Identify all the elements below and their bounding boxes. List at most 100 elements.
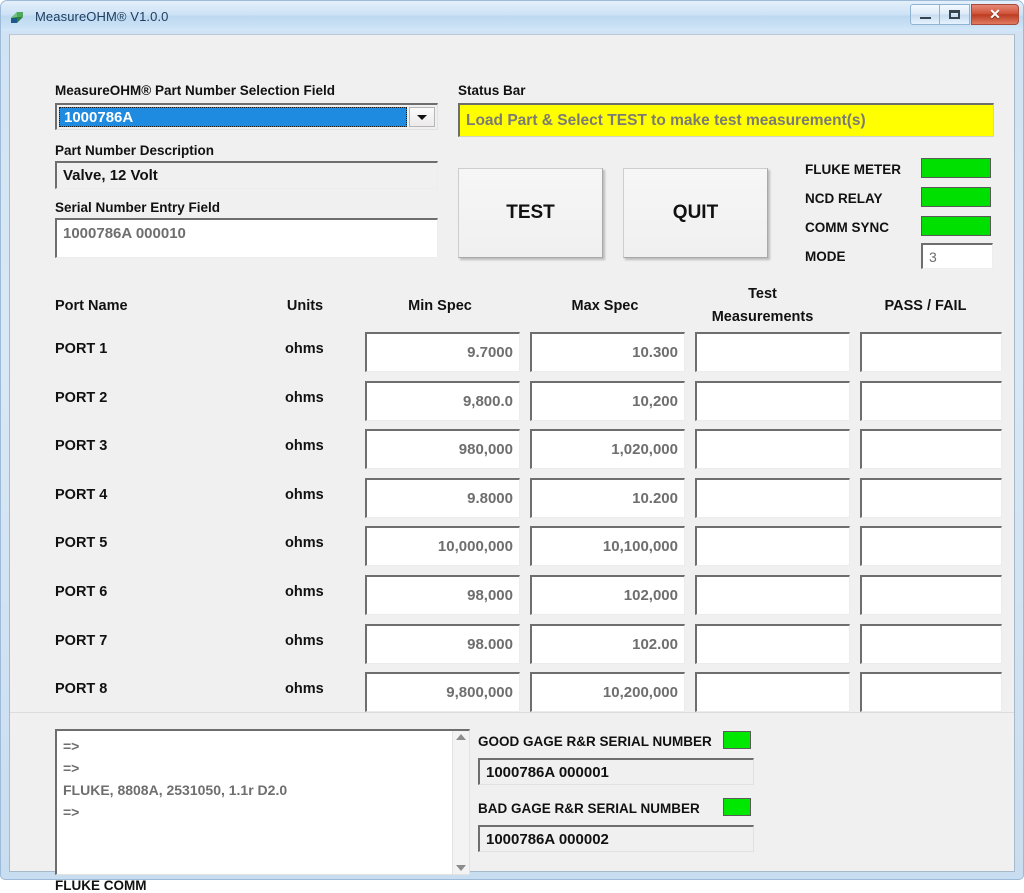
fluke-comm-console[interactable]: => => FLUKE, 8808A, 2531050, 1.1r D2.0 =… [55,729,470,875]
window-title: MeasureOHM® V1.0.0 [35,8,169,24]
pass-fail-cell[interactable] [860,429,1002,469]
min-spec-cell[interactable]: 9,800,000 [365,672,520,712]
bad-gage-serial-field[interactable]: 1000786A 000002 [478,825,754,852]
min-spec-cell[interactable]: 98.000 [365,624,520,664]
title-bar: MeasureOHM® V1.0.0 ✕ [1,1,1023,31]
port-name-label: PORT 2 [55,390,108,406]
application-window: MeasureOHM® V1.0.0 ✕ MeasureOHM® Part Nu… [0,0,1024,893]
pass-fail-cell[interactable] [860,672,1002,712]
units-label: ohms [285,341,324,357]
column-header-port-name: Port Name [55,298,128,314]
port-name-label: PORT 5 [55,535,108,551]
maximize-button[interactable] [940,4,970,25]
port-name-label: PORT 1 [55,341,108,357]
units-label: ohms [285,438,324,454]
part-number-selected-value[interactable]: 1000786A [59,107,407,127]
port-name-label: PORT 4 [55,487,108,503]
part-number-dropdown-button[interactable] [409,107,435,127]
units-label: ohms [285,487,324,503]
serial-number-value: 1000786A 000010 [63,225,186,242]
bad-gage-serial-value: 1000786A 000002 [486,830,609,848]
column-header-test-measurements-line2: Measurements [711,309,814,325]
fluke-comm-label: FLUKE COMM [55,878,147,893]
column-header-units: Units [286,298,324,314]
part-description-label: Part Number Description [55,143,215,158]
min-spec-cell[interactable]: 98,000 [365,575,520,615]
min-spec-cell[interactable]: 10,000,000 [365,526,520,566]
section-divider [10,712,1014,713]
minimize-icon [919,16,931,19]
client-area: MeasureOHM® Part Number Selection Field … [9,34,1015,893]
port-name-label: PORT 6 [55,584,108,600]
status-bar-label: Status Bar [458,83,526,98]
measurement-cell[interactable] [695,672,850,712]
min-spec-cell[interactable]: 9,800.0 [365,381,520,421]
window-controls: ✕ [910,4,1019,25]
scroll-up-icon[interactable] [456,734,466,740]
min-spec-cell[interactable]: 980,000 [365,429,520,469]
mode-value: 3 [929,248,937,265]
units-label: ohms [285,633,324,649]
good-gage-serial-value: 1000786A 000001 [486,763,609,781]
units-label: ohms [285,535,324,551]
max-spec-cell[interactable]: 10.300 [530,332,685,372]
serial-number-label: Serial Number Entry Field [55,200,221,215]
good-gage-serial-field[interactable]: 1000786A 000001 [478,758,754,785]
app-icon [10,8,27,25]
pass-fail-cell[interactable] [860,332,1002,372]
close-icon: ✕ [989,6,1001,22]
port-name-label: PORT 8 [55,681,108,697]
measurement-cell[interactable] [695,332,850,372]
column-header-max-spec: Max Spec [571,298,639,314]
column-header-min-spec: Min Spec [408,298,472,314]
min-spec-cell[interactable]: 9.7000 [365,332,520,372]
pass-fail-cell[interactable] [860,624,1002,664]
good-gage-led [723,731,751,749]
quit-button[interactable]: QUIT [623,168,768,258]
status-bar-message: Load Part & Select TEST to make test mea… [458,103,994,137]
serial-number-input[interactable]: 1000786A 000010 [55,218,438,258]
console-output: => => FLUKE, 8808A, 2531050, 1.1r D2.0 =… [63,738,288,820]
max-spec-cell[interactable]: 102.00 [530,624,685,664]
close-button[interactable]: ✕ [971,4,1019,25]
part-number-combobox[interactable]: 1000786A [55,103,438,130]
part-description-field: Valve, 12 Volt [55,161,438,189]
mode-field[interactable]: 3 [921,243,993,269]
console-scrollbar[interactable] [452,731,469,874]
pass-fail-cell[interactable] [860,381,1002,421]
pass-fail-cell[interactable] [860,526,1002,566]
max-spec-cell[interactable]: 10,200,000 [530,672,685,712]
measurement-cell[interactable] [695,624,850,664]
column-header-test-measurements-line1: Test [748,286,777,302]
indicator-led-comm-sync [921,216,991,236]
scroll-down-icon[interactable] [456,865,466,871]
measurement-cell[interactable] [695,429,850,469]
bad-gage-led [723,798,751,816]
port-name-label: PORT 3 [55,438,108,454]
max-spec-cell[interactable]: 1,020,000 [530,429,685,469]
max-spec-cell[interactable]: 10,100,000 [530,526,685,566]
max-spec-cell[interactable]: 102,000 [530,575,685,615]
port-name-label: PORT 7 [55,633,108,649]
measurement-cell[interactable] [695,575,850,615]
pass-fail-cell[interactable] [860,575,1002,615]
test-button[interactable]: TEST [458,168,603,258]
indicator-led-ncd-relay [921,187,991,207]
units-label: ohms [285,681,324,697]
part-number-selection-label: MeasureOHM® Part Number Selection Field [55,83,336,98]
column-header-pass-fail: PASS / FAIL [884,298,967,314]
max-spec-cell[interactable]: 10,200 [530,381,685,421]
minimize-button[interactable] [910,4,940,25]
max-spec-cell[interactable]: 10.200 [530,478,685,518]
measurement-cell[interactable] [695,478,850,518]
min-spec-cell[interactable]: 9.8000 [365,478,520,518]
maximize-icon [949,10,960,19]
bad-gage-label: BAD GAGE R&R SERIAL NUMBER [478,801,700,816]
part-description-value: Valve, 12 Volt [63,167,158,184]
measurement-cell[interactable] [695,381,850,421]
measurement-cell[interactable] [695,526,850,566]
good-gage-label: GOOD GAGE R&R SERIAL NUMBER [478,734,712,749]
indicator-led-fluke-meter [921,158,991,178]
pass-fail-cell[interactable] [860,478,1002,518]
chevron-down-icon [417,114,427,120]
